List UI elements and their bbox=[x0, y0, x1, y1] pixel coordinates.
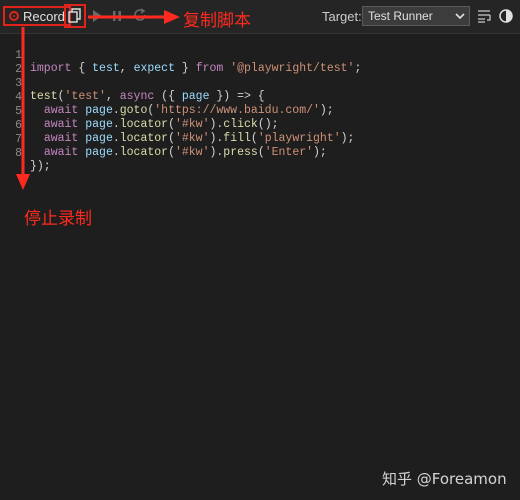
line-code: }); bbox=[30, 160, 51, 173]
code-line: 5 await page.locator('#kw').click(); bbox=[0, 92, 520, 131]
record-label: Record bbox=[23, 8, 65, 24]
refresh-icon bbox=[134, 8, 146, 21]
wrap-lines-button[interactable] bbox=[476, 8, 492, 24]
theme-toggle-icon bbox=[499, 9, 513, 23]
code-token: }); bbox=[30, 160, 51, 173]
target-select-value: Test Runner bbox=[368, 9, 433, 23]
toolbar: Record Target: Test Runner bbox=[0, 0, 520, 34]
record-button[interactable]: Record bbox=[3, 6, 71, 26]
copy-icon bbox=[68, 8, 81, 23]
code-line: 8 }); bbox=[0, 134, 520, 173]
target-label: Target: bbox=[322, 9, 362, 24]
chevron-down-icon bbox=[455, 13, 465, 20]
code-line: 3 test('test', async ({ page }) => { bbox=[0, 64, 520, 103]
record-icon bbox=[9, 11, 19, 21]
target-select[interactable]: Test Runner bbox=[362, 6, 470, 26]
code-editor[interactable]: 1 import { test, expect } from '@playwri… bbox=[0, 34, 520, 500]
line-number: 8 bbox=[15, 147, 22, 160]
code-line: 4 await page.goto('https://www.baidu.com… bbox=[0, 78, 520, 117]
pause-button[interactable] bbox=[110, 8, 124, 24]
copy-script-annotation: 复制脚本 bbox=[183, 11, 251, 31]
pause-icon bbox=[113, 11, 121, 21]
play-icon bbox=[93, 10, 102, 22]
code-line: 7 await page.locator('#kw').press('Enter… bbox=[0, 120, 520, 159]
code-line: 2 bbox=[0, 50, 520, 76]
copy-button[interactable] bbox=[64, 4, 86, 28]
code-line: 1 import { test, expect } from '@playwri… bbox=[0, 36, 520, 75]
stop-recording-annotation: 停止录制 bbox=[24, 209, 92, 229]
code-line: 6 await page.locator('#kw').fill('playwr… bbox=[0, 106, 520, 145]
resume-button[interactable] bbox=[90, 8, 104, 24]
watermark: 知乎 @Foreamon bbox=[382, 470, 507, 488]
wrap-lines-icon bbox=[478, 10, 491, 23]
step-over-button[interactable] bbox=[132, 7, 148, 23]
theme-toggle-button[interactable] bbox=[498, 8, 514, 24]
